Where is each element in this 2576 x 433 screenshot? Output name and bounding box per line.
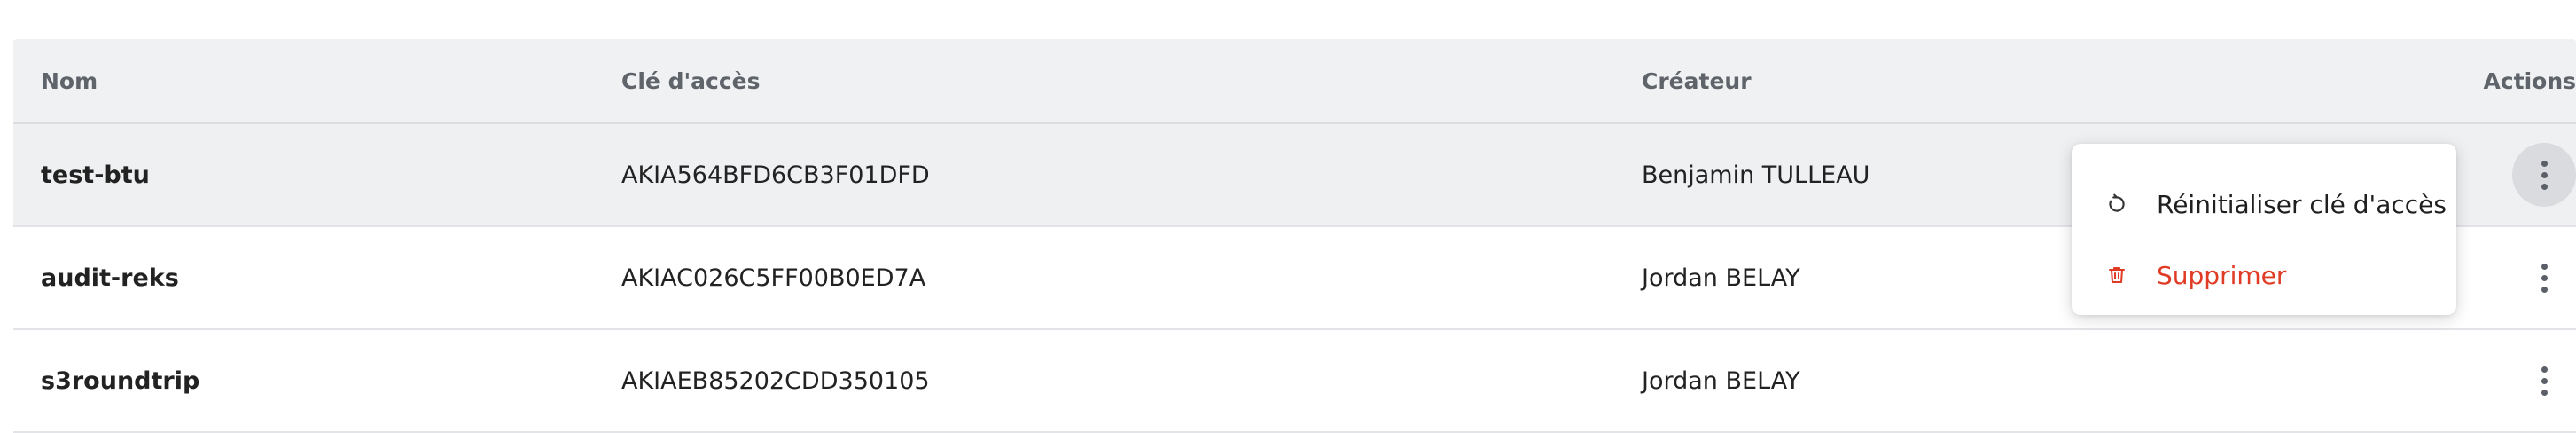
row-actions-menu: Réinitialiser clé d'accès Supprimer [2072,144,2456,315]
header-actions: Actions [2483,67,2576,94]
refresh-icon [2104,191,2130,217]
more-vertical-icon [2541,263,2548,293]
reset-access-key-label: Réinitialiser clé d'accès [2157,189,2447,219]
delete-menu-item[interactable]: Supprimer [2072,240,2456,311]
row-name: test-btu [41,161,150,189]
row-access-key: AKIAEB85202CDD350105 [621,366,930,395]
row-actions-button[interactable] [2512,246,2576,310]
more-vertical-icon [2541,160,2548,190]
row-actions-button[interactable] [2512,349,2576,413]
row-name: s3roundtrip [41,366,200,395]
row-creator: Jordan BELAY [1642,366,1800,395]
delete-label: Supprimer [2157,260,2287,290]
trash-icon [2104,262,2130,288]
reset-access-key-menu-item[interactable]: Réinitialiser clé d'accès [2072,169,2456,240]
header-creator[interactable]: Créateur [1642,39,1752,122]
table-row[interactable]: s3roundtrip AKIAEB85202CDD350105 Jordan … [13,330,2576,433]
row-actions-button[interactable] [2512,143,2576,207]
row-creator: Benjamin TULLEAU [1642,161,1870,189]
row-access-key: AKIA564BFD6CB3F01DFD [621,161,930,189]
row-creator: Jordan BELAY [1642,264,1800,292]
more-vertical-icon [2541,366,2548,396]
row-name: audit-reks [41,264,179,292]
header-access-key[interactable]: Clé d'accès [621,39,760,122]
table-header: Nom Clé d'accès Créateur Actions [13,39,2576,124]
row-access-key: AKIAC026C5FF00B0ED7A [621,264,926,292]
header-name[interactable]: Nom [41,39,98,122]
